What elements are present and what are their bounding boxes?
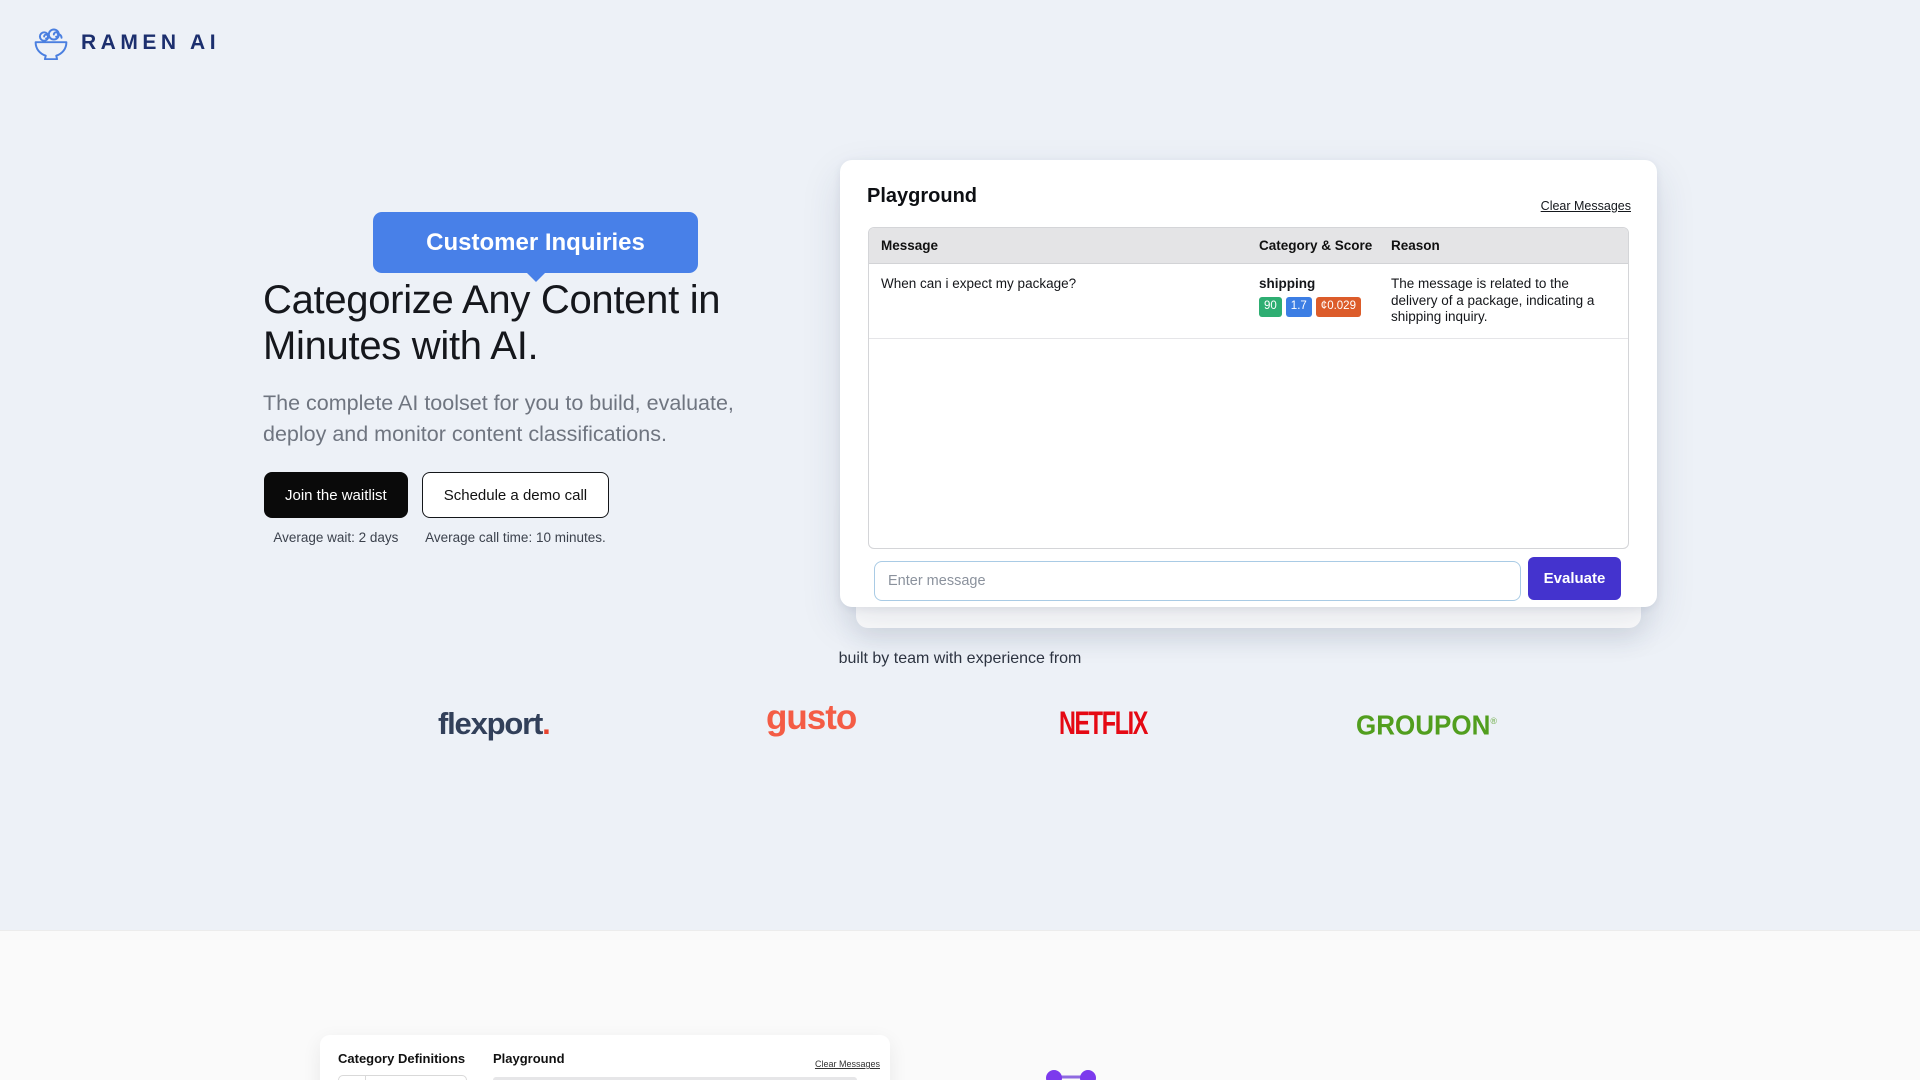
playground-card: Playground Clear Messages Message Catego…: [840, 160, 1657, 607]
groupon-trademark: ®: [1490, 716, 1497, 727]
cost-score-badge: ¢0.029: [1316, 297, 1361, 317]
node-graph-illustration: [1040, 1066, 1102, 1080]
waitlist-caption: Average wait: 2 days: [273, 530, 398, 545]
flexport-logo: flexport.: [438, 706, 550, 742]
table-header-row: Message Category & Score Reason: [869, 228, 1628, 264]
tooltip-pointer: [526, 272, 546, 282]
schedule-demo-button[interactable]: Schedule a demo call: [422, 472, 609, 518]
latency-score-badge: 1.7: [1286, 297, 1312, 317]
product-preview-section: [0, 930, 1920, 1080]
groupon-logo: GROUPON®: [1356, 709, 1497, 742]
score-badges: 90 1.7 ¢0.029: [1259, 297, 1367, 317]
message-input[interactable]: [874, 561, 1521, 601]
brand-name: RAMEN AI: [81, 31, 220, 55]
category-label: shipping: [1259, 276, 1367, 291]
confidence-score-badge: 90: [1259, 297, 1282, 317]
category-score-cell: shipping 90 1.7 ¢0.029: [1247, 264, 1379, 338]
reason-cell: The message is related to the delivery o…: [1379, 264, 1628, 338]
demo-cta-group: Schedule a demo call Average call time: …: [422, 472, 609, 545]
table-row: When can i expect my package? shipping 9…: [869, 264, 1628, 339]
preview-clear-messages-link[interactable]: Clear Messages: [815, 1059, 880, 1069]
preview-playground-title: Playground: [493, 1051, 565, 1066]
cta-row: Join the waitlist Average wait: 2 days S…: [264, 472, 609, 545]
clear-messages-link[interactable]: Clear Messages: [1541, 199, 1631, 213]
page-subtitle: The complete AI toolset for you to build…: [263, 388, 798, 450]
netflix-logo: NETFLIX: [1059, 704, 1147, 743]
column-header-category-score: Category & Score: [1247, 228, 1379, 263]
gusto-logo: gusto: [766, 698, 856, 738]
playground-title: Playground: [867, 185, 977, 208]
built-by-caption: built by team with experience from: [0, 650, 1920, 668]
column-header-message: Message: [869, 228, 1247, 263]
preview-box-divider: [365, 1076, 366, 1080]
playground-table: Message Category & Score Reason When can…: [868, 227, 1629, 549]
preview-category-definitions-title: Category Definitions: [338, 1051, 465, 1066]
top-nav: RAMEN AI: [33, 26, 220, 60]
ramen-ai-landing-page: RAMEN AI Customer Inquiries Categorize A…: [0, 0, 1920, 1080]
app-preview-card: Category Definitions Playground Clear Me…: [320, 1035, 890, 1080]
waitlist-cta-group: Join the waitlist Average wait: 2 days: [264, 472, 408, 545]
demo-caption: Average call time: 10 minutes.: [425, 530, 606, 545]
groupon-logo-text: GROUPON: [1356, 709, 1490, 741]
tooltip-label: Customer Inquiries: [426, 229, 645, 257]
page-title: Categorize Any Content in Minutes with A…: [263, 277, 763, 369]
ramen-bowl-icon: [33, 26, 69, 60]
customer-inquiries-tooltip: Customer Inquiries: [373, 212, 698, 273]
preview-definition-box: [338, 1075, 467, 1080]
message-cell: When can i expect my package?: [869, 264, 1247, 338]
flexport-logo-dot: .: [542, 706, 549, 741]
column-header-reason: Reason: [1379, 228, 1628, 263]
join-waitlist-button[interactable]: Join the waitlist: [264, 472, 408, 518]
evaluate-button[interactable]: Evaluate: [1528, 557, 1621, 600]
flexport-logo-text: flexport: [438, 706, 542, 741]
